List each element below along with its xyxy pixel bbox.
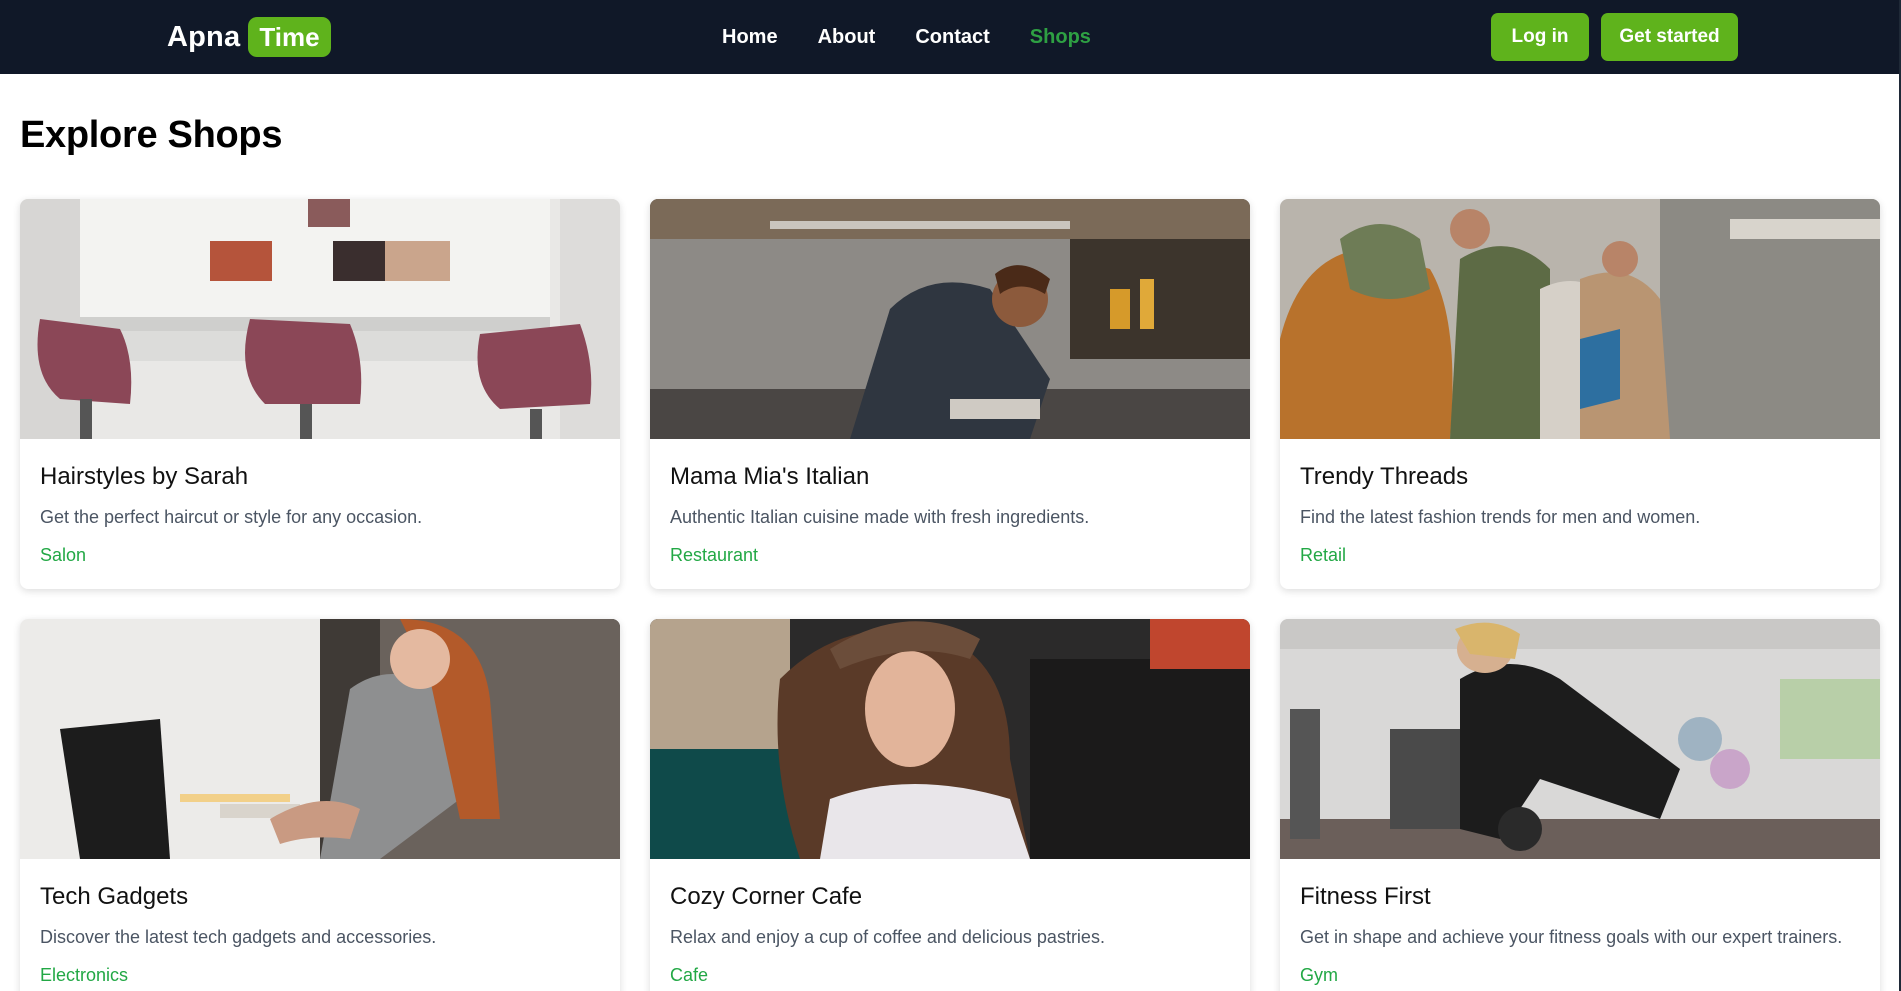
shop-title: Mama Mia's Italian bbox=[670, 463, 870, 490]
shop-card[interactable]: Cozy Corner Cafe Relax and enjoy a cup o… bbox=[650, 619, 1250, 991]
shop-description: Authentic Italian cuisine made with fres… bbox=[670, 507, 1090, 527]
shop-card[interactable]: Tech Gadgets Discover the latest tech ga… bbox=[20, 619, 620, 991]
shop-card[interactable]: Trendy Threads Find the latest fashion t… bbox=[1280, 199, 1880, 589]
nav-actions: Log in Get started bbox=[1491, 13, 1738, 61]
shop-category: Restaurant bbox=[670, 545, 759, 565]
shop-card[interactable]: Hairstyles by Sarah Get the perfect hair… bbox=[20, 199, 620, 589]
brand-badge: Time bbox=[248, 17, 331, 57]
shoppers-photo bbox=[1280, 199, 1880, 439]
shop-description: Discover the latest tech gadgets and acc… bbox=[40, 927, 437, 947]
shop-title: Cozy Corner Cafe bbox=[670, 883, 863, 910]
shop-category: Salon bbox=[40, 545, 87, 565]
brand-name: Apna bbox=[167, 20, 241, 53]
laptop-user-photo bbox=[20, 619, 620, 859]
shop-card[interactable]: Fitness First Get in shape and achieve y… bbox=[1280, 619, 1880, 991]
shop-title: Fitness First bbox=[1300, 883, 1431, 910]
shop-category: Retail bbox=[1300, 545, 1347, 565]
shop-category: Gym bbox=[1300, 965, 1338, 985]
gym-workout-photo bbox=[1280, 619, 1880, 859]
nav-link-shops[interactable]: Shops bbox=[1030, 26, 1091, 49]
shops-grid: Hairstyles by Sarah Get the perfect hair… bbox=[20, 199, 1880, 991]
page-title: Explore Shops bbox=[20, 114, 283, 156]
top-navbar: Apna Time Home About Contact Shops Log i… bbox=[0, 0, 1901, 74]
get-started-button[interactable]: Get started bbox=[1601, 13, 1738, 61]
brand-logo[interactable]: Apna Time bbox=[167, 15, 331, 59]
shop-title: Trendy Threads bbox=[1300, 463, 1469, 490]
login-button[interactable]: Log in bbox=[1491, 13, 1589, 61]
cafe-woman-photo bbox=[650, 619, 1250, 859]
shop-description: Get the perfect haircut or style for any… bbox=[40, 507, 423, 527]
nav-link-contact[interactable]: Contact bbox=[915, 26, 989, 49]
nav-link-home[interactable]: Home bbox=[722, 26, 778, 49]
chef-kitchen-photo bbox=[650, 199, 1250, 439]
salon-photo bbox=[20, 199, 620, 439]
nav-link-about[interactable]: About bbox=[818, 26, 876, 49]
shop-card[interactable]: Mama Mia's Italian Authentic Italian cui… bbox=[650, 199, 1250, 589]
shop-description: Get in shape and achieve your fitness go… bbox=[1300, 927, 1843, 947]
shop-description: Find the latest fashion trends for men a… bbox=[1300, 507, 1701, 527]
shop-description: Relax and enjoy a cup of coffee and deli… bbox=[670, 927, 1105, 947]
shop-title: Tech Gadgets bbox=[40, 883, 189, 910]
shop-category: Cafe bbox=[670, 965, 709, 985]
main-nav: Home About Contact Shops bbox=[722, 0, 1091, 74]
shop-category: Electronics bbox=[40, 965, 129, 985]
shop-title: Hairstyles by Sarah bbox=[40, 463, 249, 490]
